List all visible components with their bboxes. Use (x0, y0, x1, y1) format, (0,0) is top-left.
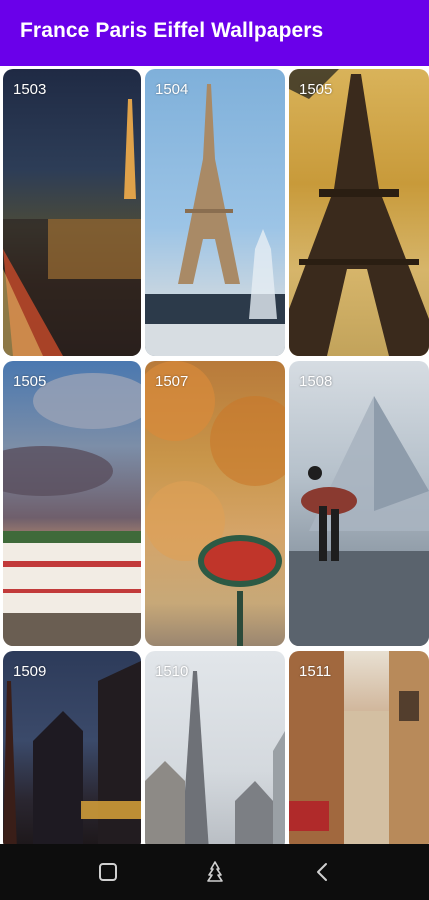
wallpaper-tile[interactable]: 1505 (289, 69, 429, 356)
wallpaper-number: 1507 (155, 373, 189, 390)
recents-square-icon[interactable] (94, 858, 122, 886)
wallpaper-tile[interactable]: 1509 (3, 651, 141, 844)
wallpaper-image (289, 396, 429, 646)
app-title: France Paris Eiffel Wallpapers (20, 19, 324, 42)
wallpaper-image (3, 99, 141, 356)
wallpaper-image (145, 84, 285, 356)
wallpaper-number: 1505 (13, 373, 47, 390)
wallpaper-image (3, 373, 141, 646)
wallpaper-number: 1510 (155, 663, 189, 680)
home-tree-icon[interactable] (201, 858, 229, 886)
wallpaper-number: 1511 (299, 663, 332, 680)
wallpaper-tile[interactable]: 1511 (289, 651, 429, 844)
wallpaper-image (289, 69, 429, 356)
wallpaper-tile[interactable]: 1508 (289, 361, 429, 646)
wallpaper-tile[interactable]: 1510 (145, 651, 285, 844)
wallpaper-tile[interactable]: 1503 (3, 69, 141, 356)
wallpaper-number: 1503 (13, 81, 47, 98)
wallpaper-number: 1508 (299, 373, 333, 390)
wallpaper-number: 1504 (155, 81, 189, 98)
wallpaper-tile[interactable]: 1505 (3, 361, 141, 646)
wallpaper-number: 1509 (13, 663, 47, 680)
wallpaper-image (145, 361, 285, 646)
wallpaper-number: 1505 (299, 81, 333, 98)
wallpaper-tile[interactable]: 1507 (145, 361, 285, 646)
wallpaper-grid[interactable]: 1503 1504 1505 1505 1507 1508 1509 1510 … (0, 66, 429, 844)
wallpaper-tile[interactable]: 1504 (145, 69, 285, 356)
system-nav-bar (0, 844, 429, 900)
back-chevron-icon[interactable] (308, 858, 336, 886)
app-bar: France Paris Eiffel Wallpapers (0, 0, 429, 66)
